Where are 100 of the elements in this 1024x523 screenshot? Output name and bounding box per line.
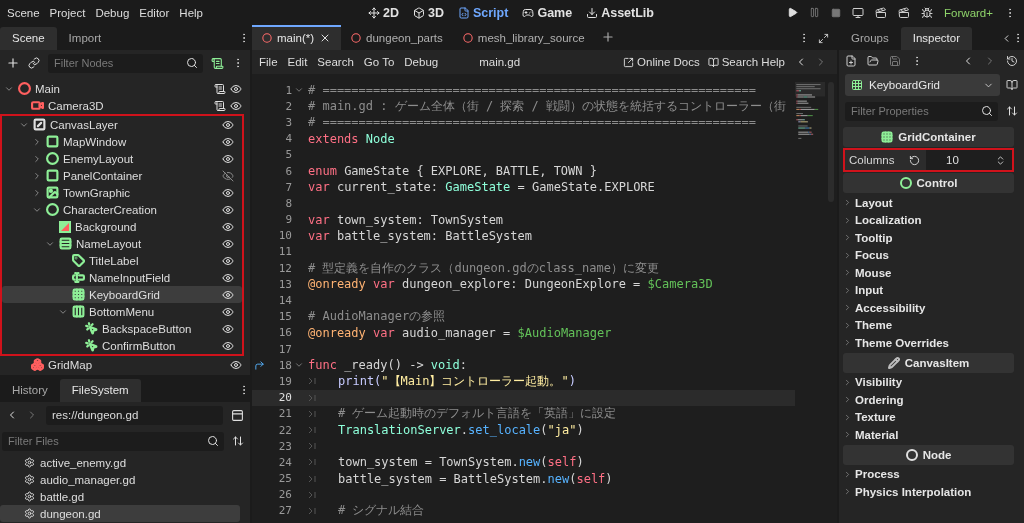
tree-item[interactable]: NameLayout <box>2 235 242 252</box>
tree-item[interactable]: GridMap <box>0 356 250 373</box>
add-icon[interactable] <box>600 30 615 44</box>
filter-field[interactable]: Filter Properties <box>845 101 998 121</box>
tree-item[interactable]: EnemyLayout <box>2 150 242 167</box>
property-group[interactable]: Tooltip <box>843 229 1014 247</box>
panel-icon[interactable] <box>231 408 244 422</box>
menu-item[interactable]: Search <box>312 56 359 68</box>
eye-icon[interactable] <box>222 271 234 284</box>
dock-tab[interactable]: Inspector <box>900 27 973 50</box>
tree-item[interactable]: CanvasLayer <box>2 116 242 133</box>
bug-icon[interactable] <box>921 6 934 19</box>
menu-item[interactable]: Go To <box>358 56 400 68</box>
tree-item[interactable]: TownGraphic <box>2 184 242 201</box>
eye-icon[interactable] <box>222 339 234 352</box>
eye-icon[interactable] <box>222 203 234 216</box>
property-group[interactable]: Theme <box>843 316 1014 334</box>
eye-icon[interactable] <box>222 220 234 233</box>
revert-icon[interactable] <box>909 154 920 166</box>
tree-item[interactable]: CharacterCreation <box>2 201 242 218</box>
tree-item[interactable]: BottomMenu <box>2 303 242 320</box>
filter-field[interactable]: Filter Nodes <box>48 53 203 73</box>
dock-tab[interactable]: FileSystem <box>59 379 141 402</box>
document-entry[interactable]: audio_manager.gd <box>0 471 240 488</box>
menu-item[interactable]: Debug <box>399 56 444 68</box>
property-group[interactable]: Accessibility <box>843 299 1014 317</box>
document-entry[interactable]: dungeon.gd <box>0 505 240 522</box>
eye-icon[interactable] <box>222 118 234 131</box>
property-group[interactable]: Localization <box>843 211 1014 229</box>
property-group[interactable]: Material <box>843 426 1014 444</box>
eye-icon[interactable] <box>222 288 234 301</box>
eye-icon[interactable] <box>222 186 234 199</box>
eye-icon[interactable] <box>222 237 234 250</box>
add-script-icon[interactable] <box>211 56 224 70</box>
clapperboard-icon[interactable] <box>875 6 888 19</box>
renderer-menu[interactable]: Forward+ <box>944 6 993 19</box>
add-icon[interactable] <box>6 56 20 70</box>
clapperboard-icon[interactable] <box>898 6 911 19</box>
workspace-tab[interactable]: Script <box>457 5 509 20</box>
filter-field[interactable]: Filter Files <box>2 431 224 451</box>
dock-tab[interactable]: History <box>0 379 60 402</box>
sort-icon[interactable] <box>1006 105 1018 117</box>
eye-icon[interactable] <box>222 305 234 318</box>
eye-icon[interactable] <box>222 152 234 165</box>
path-field[interactable]: res://dungeon.gd <box>46 405 223 425</box>
tree-item[interactable]: Background <box>2 218 242 235</box>
book-icon[interactable] <box>1006 79 1018 91</box>
node-selector[interactable]: KeyboardGrid <box>845 74 1000 96</box>
property-group[interactable]: Input <box>843 281 1014 299</box>
new-file-icon[interactable] <box>845 55 857 67</box>
tree-item[interactable]: KeyboardGrid <box>2 286 242 303</box>
dock-tab[interactable]: Groups <box>839 27 901 50</box>
sort-icon[interactable] <box>232 435 244 447</box>
override-arrow-icon[interactable] <box>253 359 265 371</box>
property-group[interactable]: Theme Overrides <box>843 334 1014 352</box>
editor-tab[interactable]: main(*) <box>252 25 342 50</box>
workspace-tab[interactable]: AssetLib <box>586 5 654 20</box>
menu-item[interactable]: Edit <box>282 56 313 68</box>
property-group[interactable]: Physics Interpolation <box>843 483 1014 501</box>
eye-icon[interactable] <box>222 322 234 335</box>
document-entry[interactable]: battle.gd <box>0 488 240 505</box>
eye-icon[interactable] <box>230 358 242 371</box>
workspace-tab[interactable]: 3D <box>413 5 444 20</box>
tree-item[interactable]: Main <box>0 80 250 97</box>
tree-item[interactable]: NameInputField <box>2 269 242 286</box>
help-button[interactable]: Search Help <box>703 56 789 68</box>
menu-item[interactable]: Debug <box>90 6 135 19</box>
tree-item[interactable]: TitleLabel <box>2 252 242 269</box>
script-icon[interactable] <box>214 99 226 112</box>
stop-icon[interactable] <box>831 7 842 18</box>
property-group[interactable]: Focus <box>843 246 1014 264</box>
dock-tab[interactable]: Scene <box>0 27 57 50</box>
eye-icon[interactable] <box>230 99 242 112</box>
link-icon[interactable] <box>28 57 40 69</box>
folder-icon[interactable] <box>867 55 879 67</box>
menu-item[interactable]: Help <box>174 6 208 19</box>
eye-closed-icon[interactable] <box>222 169 234 182</box>
property-group[interactable]: Mouse <box>843 264 1014 282</box>
tree-item[interactable]: ConfirmButton <box>2 337 242 354</box>
help-button[interactable]: Online Docs <box>619 56 704 68</box>
property-group[interactable]: Process <box>843 465 1014 483</box>
menu-item[interactable]: File <box>254 56 283 68</box>
workspace-tab[interactable]: Game <box>522 5 573 20</box>
property-group[interactable]: Texture <box>843 408 1014 426</box>
tree-item[interactable]: BackspaceButton <box>2 320 242 337</box>
menu-item[interactable]: Scene <box>2 6 45 19</box>
property-group[interactable]: Layout <box>843 194 1014 212</box>
editor-tab[interactable]: dungeon_parts <box>341 25 453 50</box>
maximize-icon[interactable] <box>818 33 829 44</box>
eye-icon[interactable] <box>222 135 234 148</box>
menu-item[interactable]: Editor <box>134 6 175 19</box>
editor-tab[interactable]: mesh_library_source <box>452 25 595 50</box>
tree-item[interactable]: PanelContainer <box>2 167 242 184</box>
save-icon[interactable] <box>889 55 901 67</box>
script-icon[interactable] <box>214 82 226 95</box>
eye-icon[interactable] <box>230 82 242 95</box>
pause-icon[interactable] <box>809 7 821 18</box>
property-group[interactable]: Ordering <box>843 391 1014 409</box>
tree-item[interactable]: Camera3D <box>0 97 250 114</box>
eye-icon[interactable] <box>222 254 234 267</box>
